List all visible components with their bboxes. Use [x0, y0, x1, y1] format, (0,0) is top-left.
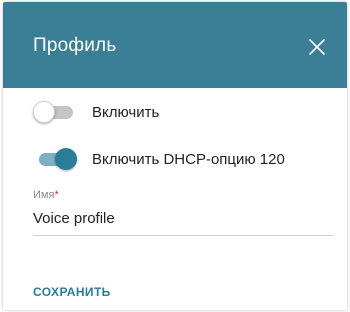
dhcp-option-120-toggle-row[interactable]: Включить DHCP-опцию 120: [33, 147, 285, 171]
enable-switch[interactable]: [33, 100, 77, 124]
enable-label: Включить: [92, 103, 160, 121]
switch-knob: [33, 101, 55, 123]
profile-dialog: Профиль Включить Включить DHCP-опцию 120…: [3, 2, 347, 310]
name-input[interactable]: [33, 206, 333, 236]
dhcp-option-120-switch[interactable]: [33, 147, 77, 171]
enable-toggle-row[interactable]: Включить: [33, 100, 159, 124]
save-button[interactable]: СОХРАНИТЬ: [33, 285, 111, 299]
dialog-header: Профиль: [3, 2, 347, 88]
dialog-title: Профиль: [33, 35, 117, 56]
required-mark: *: [54, 189, 59, 201]
name-field-label: Имя*: [33, 188, 333, 202]
switch-knob: [55, 148, 77, 170]
name-label-text: Имя: [33, 189, 55, 201]
dhcp-option-120-label: Включить DHCP-опцию 120: [92, 150, 285, 168]
close-icon[interactable]: [308, 38, 326, 56]
name-field: Имя*: [33, 188, 333, 236]
